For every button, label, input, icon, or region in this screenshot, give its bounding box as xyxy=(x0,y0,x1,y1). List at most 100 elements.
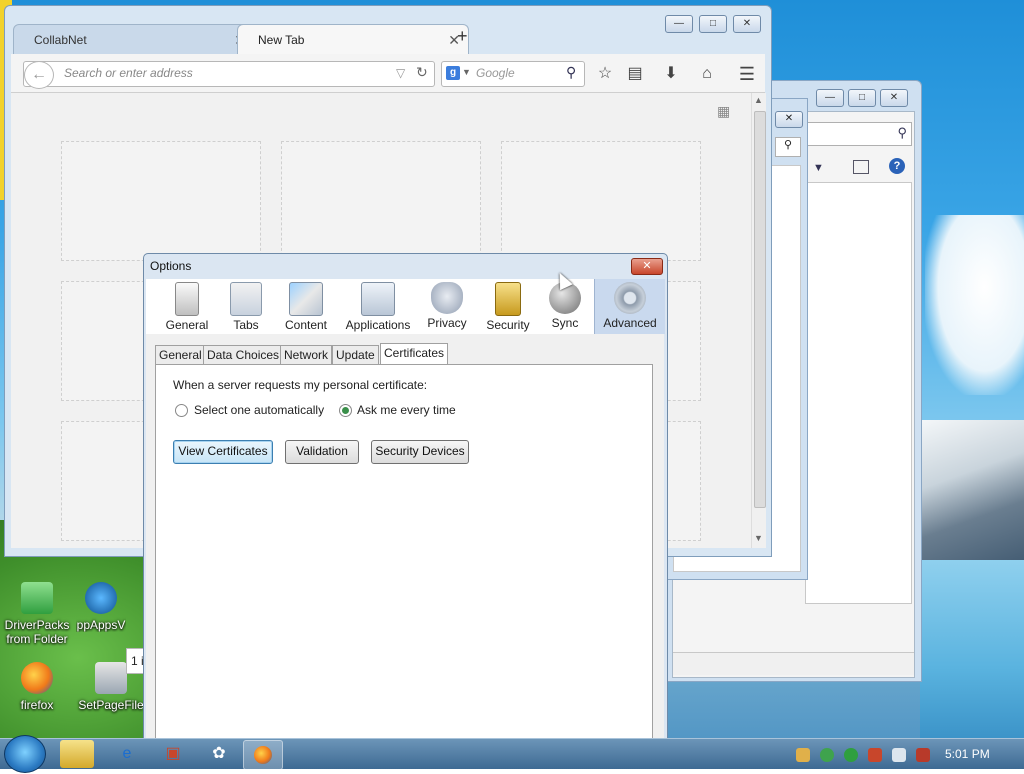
start-button[interactable] xyxy=(4,735,46,773)
desktop-icon-firefox[interactable]: firefox xyxy=(2,662,72,712)
google-icon[interactable]: g xyxy=(446,66,460,80)
view-certificates-button[interactable]: View Certificates xyxy=(173,440,273,464)
navigation-toolbar: ← Search or enter address ▽ ↻ g ▼ Google… xyxy=(11,54,765,93)
background-search-input[interactable]: ⚲ xyxy=(805,122,912,146)
tab-collabnet[interactable]: CollabNet ✕ xyxy=(13,24,255,56)
tray-security-icon[interactable] xyxy=(820,748,834,762)
radio-button[interactable] xyxy=(339,404,352,417)
search-icon: ⚲ xyxy=(897,125,907,140)
internet-explorer-taskbar-icon[interactable]: e xyxy=(108,740,146,768)
maximize-button[interactable]: □ xyxy=(699,15,727,33)
subtab-update[interactable]: Update xyxy=(332,345,379,366)
download-arrow-icon[interactable]: ⬇ xyxy=(661,64,681,84)
vertical-scrollbar[interactable]: ▲ ▼ xyxy=(751,93,766,548)
pane-label: Applications xyxy=(345,318,411,332)
desktop-icon-driverpacks[interactable]: DriverPacks from Folder xyxy=(2,582,72,646)
radio-label: Ask me every time xyxy=(357,403,456,417)
feather-taskbar-icon[interactable]: ✿ xyxy=(200,740,238,768)
pane-label: Security xyxy=(486,318,530,332)
pane-label: Advanced xyxy=(603,316,657,330)
desktop-icon-label: firefox xyxy=(20,698,54,712)
pane-label: General xyxy=(165,318,209,332)
pane-security[interactable]: Security xyxy=(480,279,536,334)
scroll-up-arrow-icon[interactable]: ▲ xyxy=(754,95,763,105)
background-pane xyxy=(805,182,912,604)
minimize-button[interactable]: — xyxy=(816,89,844,107)
scrollbar-thumb[interactable] xyxy=(754,111,766,508)
tab-label: New Tab xyxy=(258,33,305,47)
search-icon[interactable]: ⚲ xyxy=(566,64,576,81)
reload-icon[interactable]: ↻ xyxy=(416,64,428,81)
gear-icon xyxy=(614,282,646,314)
new-tab-tile[interactable] xyxy=(61,141,261,261)
tab-new-tab[interactable]: New Tab ✕ xyxy=(237,24,469,55)
back-arrow-icon[interactable]: ← xyxy=(24,61,54,89)
subtab-general[interactable]: General xyxy=(155,345,206,366)
close-button[interactable]: ✕ xyxy=(733,15,761,33)
dropdown-arrow-icon[interactable]: ▽ xyxy=(396,66,405,80)
search-icon[interactable]: ⚲ xyxy=(775,137,801,157)
new-tab-plus-icon[interactable]: + xyxy=(457,26,468,47)
menu-hamburger-icon[interactable]: ☰ xyxy=(737,64,757,84)
minimize-button[interactable]: — xyxy=(665,15,693,33)
tray-play-icon[interactable] xyxy=(844,748,858,762)
options-dialog[interactable]: Options ✕ General Tabs Content Applicati… xyxy=(143,253,668,745)
tray-network-icon[interactable] xyxy=(892,748,906,762)
reading-list-icon[interactable]: ▤ xyxy=(625,64,645,84)
grid-icon[interactable]: ▦ xyxy=(717,103,730,120)
new-tab-tile[interactable] xyxy=(281,141,481,261)
pane-applications[interactable]: Applications xyxy=(340,279,416,334)
scroll-down-arrow-icon[interactable]: ▼ xyxy=(754,533,763,543)
search-engine-dropdown-icon[interactable]: ▼ xyxy=(462,67,471,77)
subtab-certificates[interactable]: Certificates xyxy=(380,343,449,365)
url-bar[interactable]: ← Search or enter address ▽ ↻ xyxy=(23,61,435,89)
firefox-icon xyxy=(21,662,53,694)
tray-app-icon[interactable] xyxy=(868,748,882,762)
subtab-network[interactable]: Network xyxy=(280,345,333,366)
tray-icon[interactable] xyxy=(796,748,810,762)
driverpacks-icon xyxy=(21,582,53,614)
app-taskbar-icon[interactable]: ▣ xyxy=(154,740,192,768)
desktop-wallpaper-mountain xyxy=(920,420,1024,580)
desktop-wallpaper-sea xyxy=(920,560,1024,740)
pane-tabs[interactable]: Tabs xyxy=(220,279,272,334)
radio-label: Select one automatically xyxy=(194,403,325,417)
desktop-icon-label: from Folder xyxy=(6,632,68,646)
pane-label: Tabs xyxy=(233,318,259,332)
pane-content[interactable]: Content xyxy=(276,279,336,334)
desktop-icon-ppapps[interactable]: ppAppsV xyxy=(76,582,126,632)
dropdown-arrow-icon[interactable]: ▼ xyxy=(813,162,824,174)
background-statusbar xyxy=(673,652,914,675)
clock[interactable]: 5:01 PM xyxy=(945,747,990,761)
pane-label: Sync xyxy=(551,316,579,330)
new-tab-tile[interactable] xyxy=(501,141,701,261)
security-devices-button[interactable]: Security Devices xyxy=(371,440,469,464)
pane-advanced[interactable]: Advanced xyxy=(594,279,665,334)
applications-icon xyxy=(361,282,395,316)
pane-general[interactable]: General xyxy=(160,279,214,334)
pane-privacy[interactable]: Privacy xyxy=(422,279,472,334)
desktop-icon-label: SetPageFile xyxy=(78,698,144,712)
search-placeholder: Google xyxy=(476,66,515,80)
explorer-taskbar-icon[interactable] xyxy=(60,740,94,768)
close-button[interactable]: ✕ xyxy=(775,111,803,128)
validation-button[interactable]: Validation xyxy=(285,440,359,464)
home-icon[interactable]: ⌂ xyxy=(697,64,717,84)
tray-volume-muted-icon[interactable] xyxy=(916,748,930,762)
firefox-taskbar-button[interactable] xyxy=(243,740,283,770)
help-icon[interactable]: ? xyxy=(889,158,905,174)
switch-icon xyxy=(175,282,199,316)
maximize-button[interactable]: □ xyxy=(848,89,876,107)
tab-label: CollabNet xyxy=(34,33,87,47)
subtab-data-choices[interactable]: Data Choices xyxy=(203,345,284,366)
pane-label: Privacy xyxy=(427,316,467,330)
preview-pane-icon[interactable] xyxy=(853,160,869,174)
close-button[interactable]: ✕ xyxy=(880,89,908,107)
taskbar: e ▣ ✿ 5:01 PM xyxy=(0,735,1024,773)
bookmark-star-icon[interactable]: ☆ xyxy=(595,64,615,84)
search-input[interactable]: g ▼ Google ⚲ xyxy=(441,61,585,87)
dialog-title: Options xyxy=(150,259,192,273)
padlock-icon xyxy=(495,282,521,316)
radio-button[interactable] xyxy=(175,404,188,417)
close-button[interactable]: ✕ xyxy=(631,258,663,275)
